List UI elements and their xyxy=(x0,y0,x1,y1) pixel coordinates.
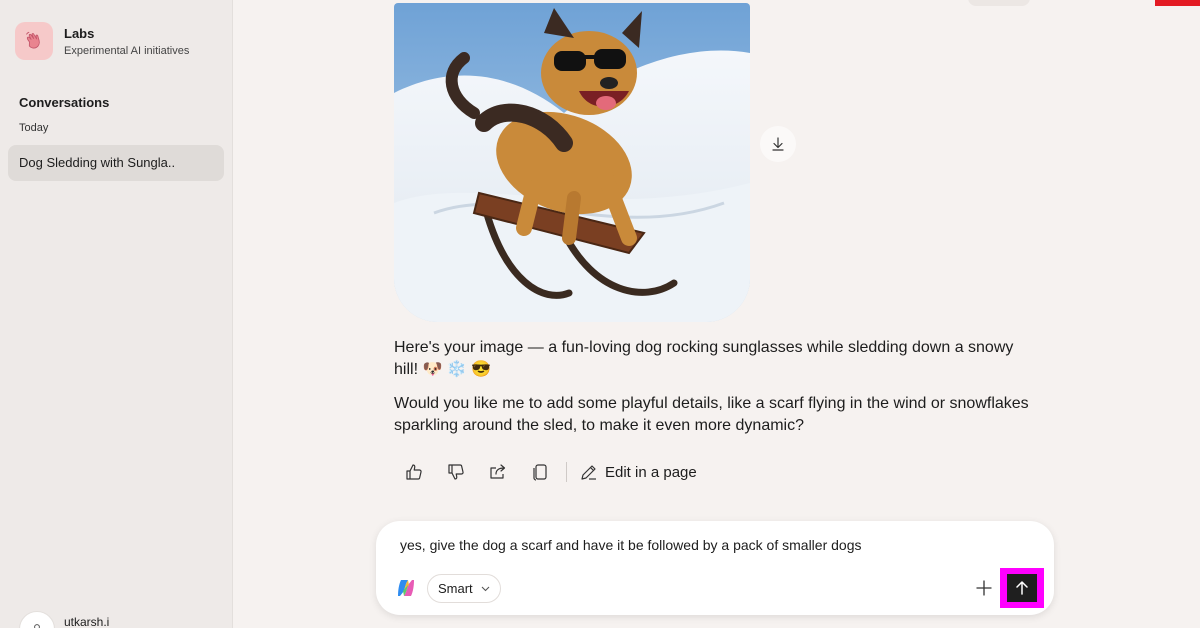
download-icon xyxy=(772,137,784,151)
date-group-label: Today xyxy=(19,122,49,134)
sidebar: Labs Experimental AI initiatives Convers… xyxy=(0,0,233,628)
send-button-inner xyxy=(1007,574,1037,602)
brand-subtitle: Experimental AI initiatives xyxy=(64,44,190,57)
thumbs-down-button[interactable] xyxy=(444,460,468,484)
conversations-heading: Conversations xyxy=(19,95,110,110)
top-chip[interactable] xyxy=(968,0,1030,6)
add-attachment-button[interactable] xyxy=(973,577,995,599)
download-button[interactable] xyxy=(760,126,796,162)
actions-divider xyxy=(566,462,567,482)
message-input[interactable] xyxy=(400,534,1020,556)
message-actions: Edit in a page xyxy=(402,458,697,486)
assistant-message-paragraph: Here's your image — a fun-loving dog roc… xyxy=(394,339,1014,378)
copilot-logo-icon[interactable] xyxy=(396,578,416,598)
generated-image[interactable] xyxy=(394,3,750,322)
user-profile[interactable]: utkarsh.i xyxy=(19,611,109,628)
copy-icon xyxy=(533,464,547,481)
share-button[interactable] xyxy=(486,460,510,484)
mode-select-label: Smart xyxy=(438,581,473,596)
waving-hand-icon xyxy=(15,22,53,60)
conversation-item-active[interactable]: Dog Sledding with Sungla.. xyxy=(8,145,224,181)
chevron-down-icon xyxy=(481,584,490,594)
edit-in-page-label: Edit in a page xyxy=(605,463,697,481)
share-icon xyxy=(490,464,506,479)
brand[interactable]: Labs Experimental AI initiatives xyxy=(15,22,189,60)
arrow-up-icon xyxy=(1016,581,1028,595)
thumbs-up-button[interactable] xyxy=(402,460,426,484)
copy-button[interactable] xyxy=(528,460,552,484)
assistant-message-paragraph: Would you like me to add some playful de… xyxy=(394,395,1029,434)
composer: Smart xyxy=(376,521,1054,615)
send-button[interactable] xyxy=(1000,568,1044,608)
edit-in-page-button[interactable]: Edit in a page xyxy=(579,462,697,482)
thumbs-down-icon xyxy=(448,464,464,480)
plus-icon xyxy=(976,580,992,596)
mode-select[interactable]: Smart xyxy=(427,574,501,603)
edit-pencil-icon xyxy=(581,465,596,480)
red-corner-bar xyxy=(1155,0,1200,6)
avatar xyxy=(19,611,55,628)
user-name: utkarsh.i xyxy=(64,615,110,628)
brand-title: Labs xyxy=(64,25,95,41)
thumbs-up-icon xyxy=(406,464,422,480)
